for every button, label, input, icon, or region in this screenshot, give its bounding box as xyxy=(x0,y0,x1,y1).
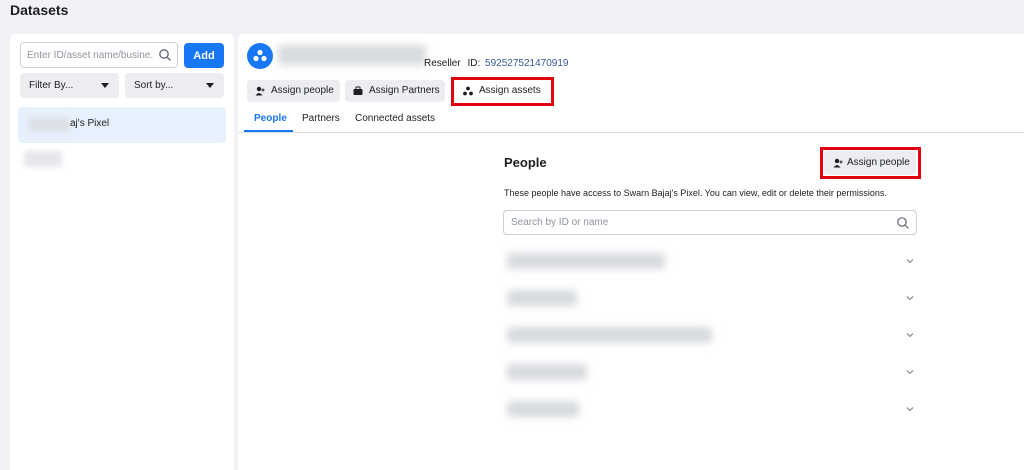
asset-list-item-label: aj's Pixel xyxy=(70,118,110,129)
dataset-avatar xyxy=(247,43,273,69)
filter-by-label: Filter By... xyxy=(29,80,74,91)
tab-people[interactable]: People xyxy=(254,113,287,124)
person-row[interactable] xyxy=(503,392,917,428)
person-row[interactable] xyxy=(503,355,917,391)
chevron-down-icon[interactable] xyxy=(905,330,915,340)
highlight-box xyxy=(820,147,921,179)
section-description: These people have access to Swarn Bajaj'… xyxy=(504,188,887,198)
assign-people-button[interactable]: Assign people xyxy=(247,80,340,102)
chevron-down-icon[interactable] xyxy=(905,404,915,414)
search-icon[interactable] xyxy=(896,216,910,230)
sort-by-label: Sort by... xyxy=(134,80,174,91)
caret-down-icon xyxy=(101,83,109,88)
add-button[interactable]: Add xyxy=(184,43,224,68)
asset-detail-panel: Reseller ID: 592527521470919 Assign peop… xyxy=(238,34,1024,470)
dataset-meta: Reseller ID: 592527521470919 xyxy=(424,58,568,69)
asset-search-input[interactable] xyxy=(21,43,153,67)
reseller-label: Reseller xyxy=(424,58,461,69)
redacted-dataset-name xyxy=(278,45,426,65)
caret-down-icon xyxy=(206,83,214,88)
redacted-person xyxy=(507,290,577,306)
redacted-text xyxy=(28,118,70,131)
tab-partners[interactable]: Partners xyxy=(302,113,340,124)
chevron-down-icon[interactable] xyxy=(905,293,915,303)
redacted-person xyxy=(507,364,587,380)
highlight-box xyxy=(451,77,554,106)
tab-connected-assets[interactable]: Connected assets xyxy=(355,113,435,124)
assign-partners-label: Assign Partners xyxy=(369,85,440,96)
page-title: Datasets xyxy=(10,2,69,18)
chevron-down-icon[interactable] xyxy=(905,367,915,377)
filter-by-dropdown[interactable]: Filter By... xyxy=(20,73,119,98)
person-row[interactable] xyxy=(503,281,917,317)
assign-partners-button[interactable]: Assign Partners xyxy=(345,80,445,102)
redacted-person xyxy=(507,253,665,269)
search-icon[interactable] xyxy=(158,48,172,62)
sort-by-dropdown[interactable]: Sort by... xyxy=(125,73,224,98)
briefcase-icon xyxy=(353,86,363,95)
section-title: People xyxy=(504,155,547,170)
redacted-person xyxy=(507,327,712,343)
people-search-box[interactable] xyxy=(503,210,917,235)
person-row[interactable] xyxy=(503,244,917,280)
person-row[interactable] xyxy=(503,318,917,354)
dataset-id[interactable]: 592527521470919 xyxy=(485,58,568,69)
person-add-icon xyxy=(255,86,265,96)
chevron-down-icon[interactable] xyxy=(905,256,915,266)
pixel-icon xyxy=(253,49,267,62)
people-search-input[interactable] xyxy=(504,211,884,234)
asset-list-panel: Add Filter By... Sort by... aj's Pixel xyxy=(10,34,234,470)
assign-people-label: Assign people xyxy=(271,85,334,96)
redacted-person xyxy=(507,401,579,417)
divider xyxy=(238,132,1024,133)
id-label: ID: xyxy=(467,58,481,69)
asset-list-item-selected[interactable]: aj's Pixel xyxy=(18,107,226,143)
asset-list-item[interactable] xyxy=(24,151,62,167)
asset-search-box[interactable] xyxy=(20,42,178,68)
